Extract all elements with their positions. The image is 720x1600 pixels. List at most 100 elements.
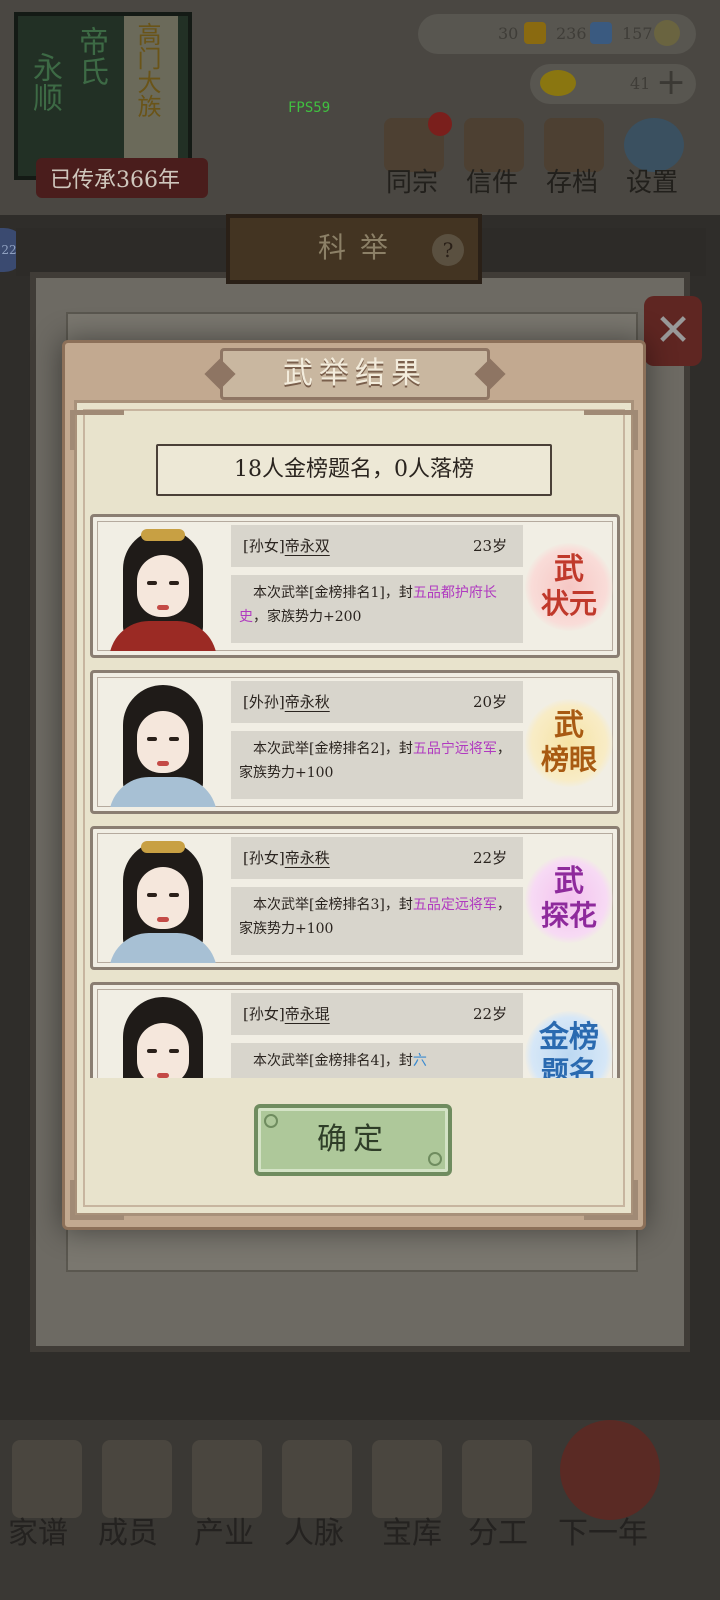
seal-line-2: 榜眼 bbox=[540, 743, 597, 776]
portrait bbox=[99, 833, 227, 963]
help-icon[interactable]: ? bbox=[432, 234, 464, 266]
nav-network[interactable]: 人脉 bbox=[284, 1508, 344, 1552]
result-description: 本次武举[金榜排名4]，封六 bbox=[239, 1049, 517, 1073]
add-currency-icon[interactable]: + bbox=[656, 62, 686, 103]
lantern-icon[interactable] bbox=[560, 1420, 660, 1520]
lips-shape bbox=[157, 917, 169, 922]
fps-counter: FPS59 bbox=[288, 100, 331, 116]
rank-seal-icon: 武 状元 bbox=[525, 543, 613, 631]
result-description: 本次武举[金榜排名3]，封五品定远将军，家族势力+100 bbox=[239, 893, 517, 941]
summary-text: 18人金榜题名，0人落榜 bbox=[234, 457, 474, 482]
corner-ornament-icon bbox=[70, 410, 124, 450]
name-link[interactable]: 帝永琨 bbox=[285, 1005, 330, 1023]
save-button-label[interactable]: 存档 bbox=[546, 162, 598, 199]
mail-button-label[interactable]: 信件 bbox=[466, 162, 518, 199]
hair-ornament-icon bbox=[141, 529, 185, 541]
desc-prefix: 本次武举[金榜排名4]，封 bbox=[253, 1053, 413, 1069]
eye-shape bbox=[147, 737, 157, 741]
nav-members[interactable]: 成员 bbox=[98, 1508, 158, 1552]
relation: [孙女] bbox=[243, 537, 285, 555]
resource-3-value: 157 bbox=[622, 24, 653, 43]
network-icon[interactable] bbox=[282, 1440, 352, 1518]
desc-prefix: 本次武举[金榜排名2]，封 bbox=[253, 741, 413, 757]
portrait bbox=[99, 677, 227, 807]
member-name: [孙女]帝永琨 bbox=[243, 1003, 330, 1024]
office-text: 定远将军 bbox=[440, 897, 497, 913]
nav-next-year[interactable]: 下一年 bbox=[558, 1508, 648, 1552]
lips-shape bbox=[157, 1073, 169, 1078]
close-icon[interactable]: ✕ bbox=[644, 296, 702, 366]
name-link[interactable]: 帝永秩 bbox=[285, 849, 330, 867]
eye-shape bbox=[169, 737, 179, 741]
result-description: 本次武举[金榜排名1]，封五品都护府长史，家族势力+200 bbox=[239, 581, 517, 629]
ingot-value: 41 bbox=[630, 74, 651, 93]
jade-icon bbox=[590, 22, 612, 44]
result-description: 本次武举[金榜排名2]，封五品宁远将军，家族势力+100 bbox=[239, 737, 517, 785]
result-card: [孙女]帝永双 23岁 本次武举[金榜排名1]，封五品都护府长史，家族势力+20… bbox=[90, 514, 620, 658]
member-age: 23岁 bbox=[473, 537, 508, 555]
eye-shape bbox=[147, 581, 157, 585]
rank-seal-icon: 武 探花 bbox=[525, 855, 613, 943]
eye-shape bbox=[169, 893, 179, 897]
legacy-text: 已传承366年 bbox=[50, 168, 180, 193]
industry-icon[interactable] bbox=[192, 1440, 262, 1518]
genealogy-icon[interactable] bbox=[12, 1440, 82, 1518]
confirm-button[interactable] bbox=[254, 1104, 452, 1176]
seal-line-2: 题名 bbox=[540, 1055, 597, 1078]
result-list[interactable]: [孙女]帝永双 23岁 本次武举[金榜排名1]，封五品都护府长史，家族势力+20… bbox=[84, 508, 624, 1078]
lips-shape bbox=[157, 605, 169, 610]
name-link[interactable]: 帝永双 bbox=[285, 537, 330, 555]
member-age: 22岁 bbox=[473, 849, 508, 867]
member-age: 22岁 bbox=[473, 1005, 508, 1023]
member-name: [孙女]帝永秩 bbox=[243, 847, 330, 868]
clan-button-label[interactable]: 同宗 bbox=[386, 162, 438, 199]
portrait bbox=[99, 989, 227, 1078]
relation: [外孙] bbox=[243, 693, 285, 711]
hair-ornament-icon bbox=[141, 841, 185, 853]
face-shape bbox=[137, 1023, 189, 1078]
coin-icon bbox=[654, 20, 680, 46]
relation: [孙女] bbox=[243, 1005, 285, 1023]
modal-title: 武举结果 bbox=[283, 356, 427, 391]
lips-shape bbox=[157, 761, 169, 766]
rank-seal-icon: 武 榜眼 bbox=[525, 699, 613, 787]
members-icon[interactable] bbox=[102, 1440, 172, 1518]
result-card: [孙女]帝永琨 22岁 本次武举[金榜排名4]，封六 金榜 题名 bbox=[90, 982, 620, 1078]
nav-treasury[interactable]: 宝库 bbox=[382, 1508, 442, 1552]
result-card: [外孙]帝永秋 20岁 本次武举[金榜排名2]，封五品宁远将军，家族势力+100… bbox=[90, 670, 620, 814]
gold-bar-icon bbox=[524, 22, 546, 44]
desc-prefix: 本次武举[金榜排名3]，封 bbox=[253, 897, 413, 913]
result-card: [孙女]帝永秩 22岁 本次武举[金榜排名3]，封五品定远将军，家族势力+100… bbox=[90, 826, 620, 970]
treasury-icon[interactable] bbox=[372, 1440, 442, 1518]
name-link[interactable]: 帝永秋 bbox=[285, 693, 330, 711]
nav-assign[interactable]: 分工 bbox=[468, 1508, 528, 1552]
relation: [孙女] bbox=[243, 849, 285, 867]
rank-text: 五品 bbox=[412, 897, 441, 913]
corner-ornament-icon bbox=[70, 1180, 124, 1220]
member-name: [外孙]帝永秋 bbox=[243, 691, 330, 712]
clan-name: 帝氏 bbox=[73, 26, 108, 86]
nav-industry[interactable]: 产业 bbox=[194, 1508, 254, 1552]
assign-icon[interactable] bbox=[462, 1440, 532, 1518]
nav-genealogy[interactable]: 家谱 bbox=[8, 1508, 68, 1552]
eye-shape bbox=[169, 581, 179, 585]
seal-line-2: 探花 bbox=[540, 899, 597, 932]
notification-dot-icon bbox=[428, 112, 452, 136]
member-age: 20岁 bbox=[473, 693, 508, 711]
portrait bbox=[99, 521, 227, 651]
eye-shape bbox=[147, 1049, 157, 1053]
seal-line-1: 金榜 bbox=[539, 1020, 599, 1055]
settings-button-label[interactable]: 设置 bbox=[626, 162, 678, 199]
eye-shape bbox=[169, 1049, 179, 1053]
ingot-icon bbox=[540, 70, 576, 96]
family-name: 永顺 bbox=[27, 52, 62, 112]
seal-line-2: 状元 bbox=[540, 587, 597, 620]
resource-2-value: 236 bbox=[556, 24, 587, 43]
rank-text: 六 bbox=[412, 1053, 427, 1069]
desc-prefix: 本次武举[金榜排名1]，封 bbox=[253, 585, 413, 601]
rank-text: 五品 bbox=[412, 741, 441, 757]
seal-line-1: 武 bbox=[554, 708, 584, 743]
member-name: [孙女]帝永双 bbox=[243, 535, 330, 556]
corner-ornament-icon bbox=[584, 410, 638, 450]
rank-text: 五品 bbox=[412, 585, 441, 601]
